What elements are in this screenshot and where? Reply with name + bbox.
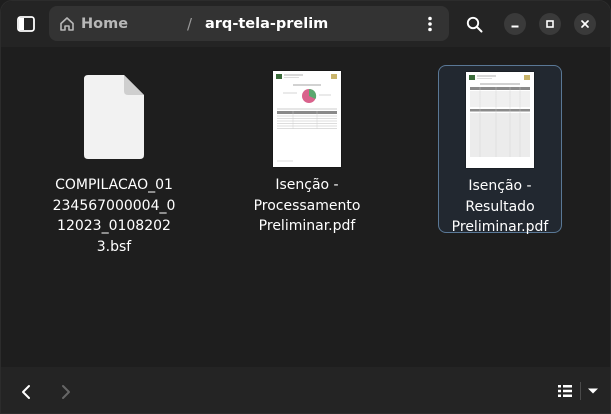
generic-document-icon — [84, 75, 144, 159]
go-back-icon — [22, 385, 30, 399]
view-switcher — [551, 377, 603, 405]
view-menu-button[interactable] — [583, 377, 603, 405]
file-name: Isenção - Resultado Preliminar.pdf — [451, 178, 549, 235]
path-menu-button[interactable] — [415, 7, 445, 40]
window-maximize-icon — [546, 20, 554, 28]
pdf-thumbnail-pie-chart — [273, 71, 341, 167]
minimize-button[interactable] — [504, 13, 526, 35]
header-bar: Home / arq-tela-prelim — [1, 1, 610, 47]
file-grid: COMPILACAO_01234567000004_012023_0108202… — [1, 47, 610, 367]
maximize-button[interactable] — [539, 13, 561, 35]
breadcrumb-home[interactable]: Home — [59, 6, 128, 41]
pan-down-icon — [588, 388, 598, 394]
file-name: Isenção - Processamento Preliminar.pdf — [253, 177, 361, 234]
file-item[interactable]: COMPILACAO_01234567000004_012023_0108202… — [52, 65, 176, 255]
view-list-icon — [558, 385, 572, 397]
file-item[interactable]: Isenção - Processamento Preliminar.pdf — [245, 65, 369, 234]
search-button[interactable] — [457, 7, 491, 41]
view-more-icon — [428, 16, 432, 31]
footer-bar — [1, 367, 610, 413]
sidebar-toggle-button[interactable] — [9, 7, 43, 41]
search-icon — [466, 16, 482, 32]
go-forward-icon — [62, 385, 70, 399]
window-minimize-icon — [511, 25, 519, 28]
breadcrumb-home-label: Home — [81, 15, 129, 32]
file-manager-window: Home / arq-tela-prelim COMPILACAO_012345… — [0, 0, 611, 414]
file-item-selected[interactable]: Isenção - Resultado Preliminar.pdf — [438, 65, 562, 235]
file-name: COMPILACAO_01234567000004_012023_0108202… — [52, 177, 176, 255]
pdf-thumbnail-table — [466, 72, 534, 168]
forward-button[interactable] — [49, 375, 83, 409]
window-close-icon — [581, 20, 589, 28]
back-button[interactable] — [9, 375, 43, 409]
path-bar: Home / arq-tela-prelim — [49, 6, 449, 41]
breadcrumb-separator: / — [187, 14, 193, 33]
view-divider — [580, 382, 581, 400]
sidebar-show-icon — [17, 16, 35, 32]
home-icon — [60, 16, 74, 31]
breadcrumb-current-folder[interactable]: arq-tela-prelim — [205, 6, 328, 41]
close-button[interactable] — [574, 13, 596, 35]
view-list-button[interactable] — [551, 377, 579, 405]
